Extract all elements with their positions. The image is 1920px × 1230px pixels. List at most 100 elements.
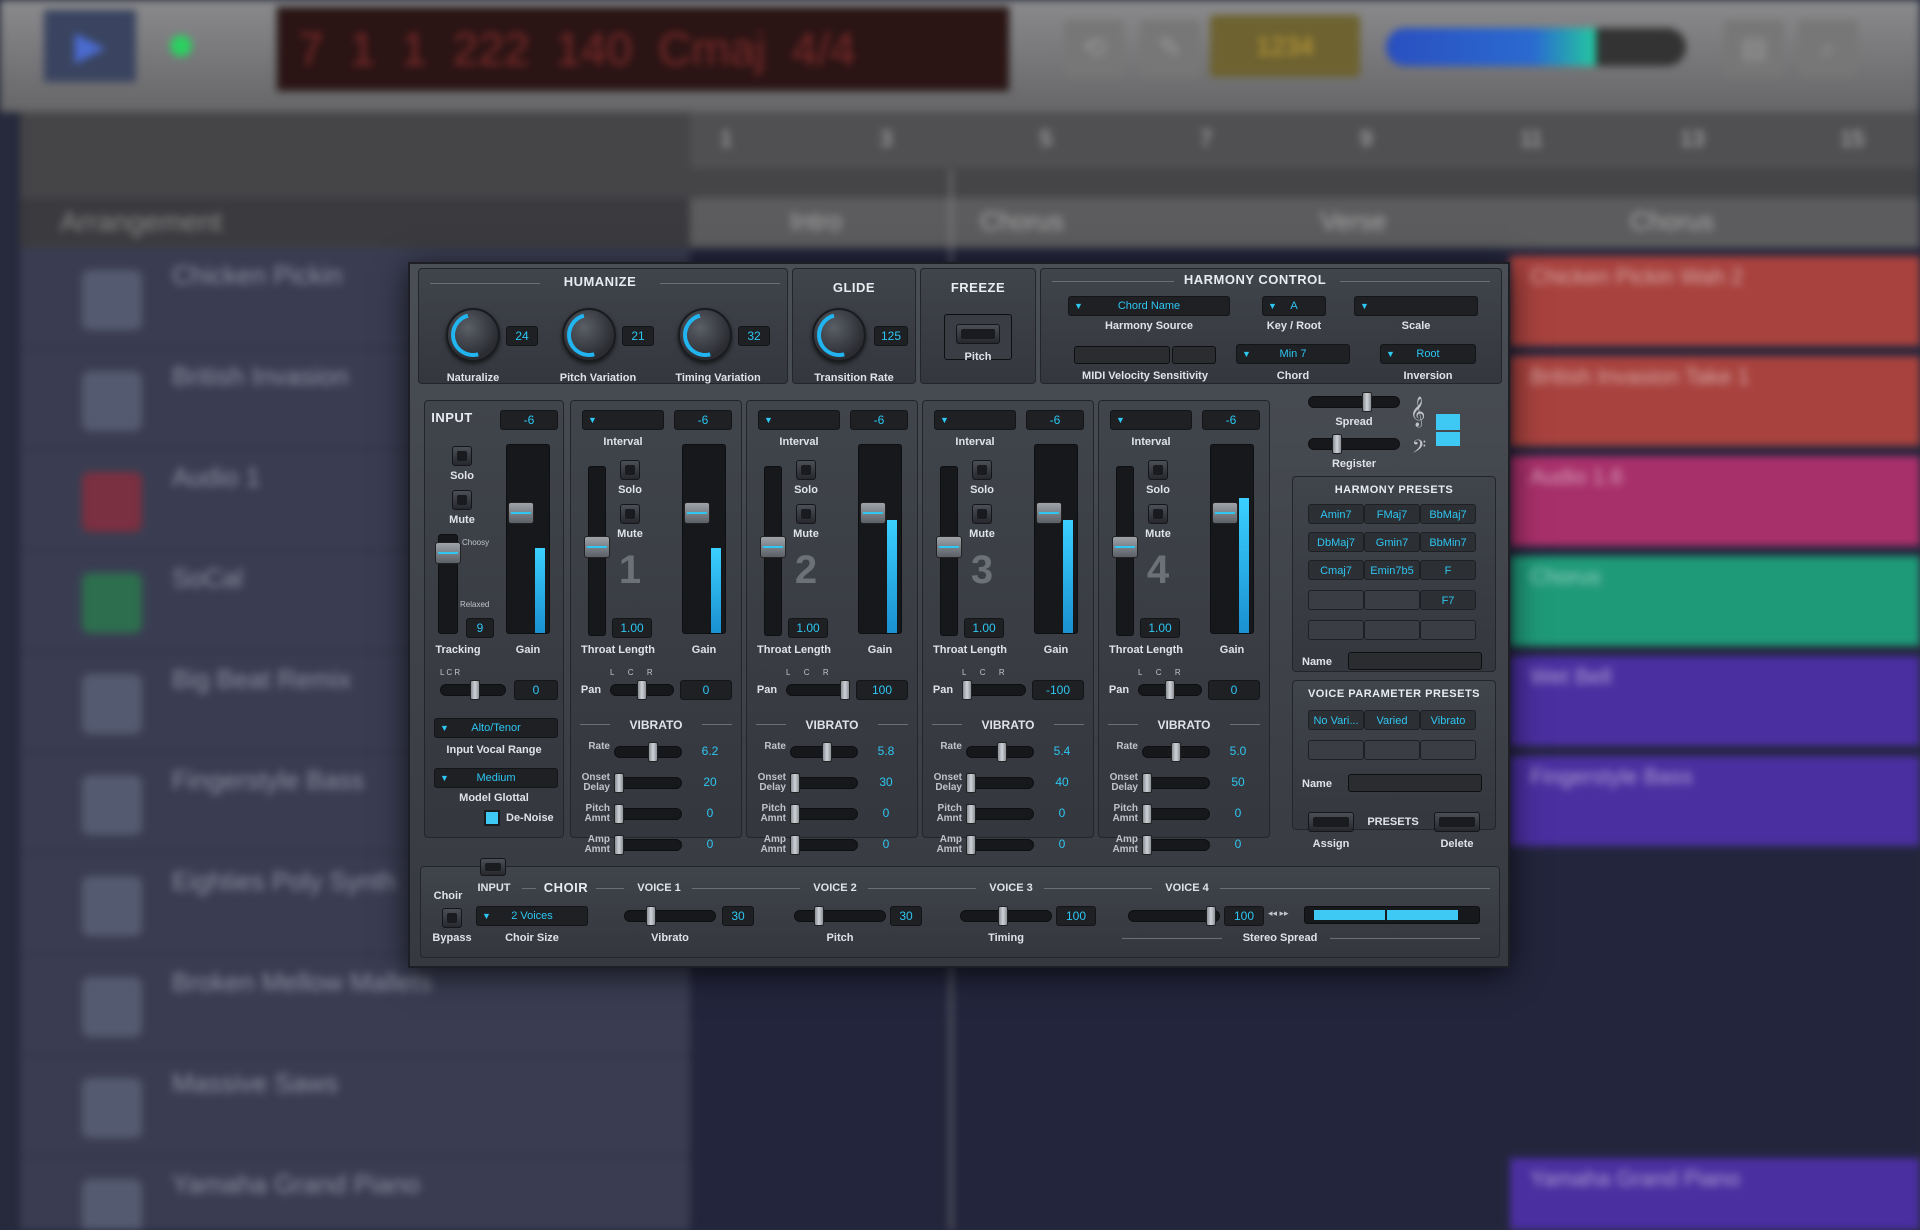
vibrato-rate-thumb[interactable] [822, 742, 832, 762]
harmony-preset[interactable]: F [1420, 560, 1476, 580]
voice-preset[interactable] [1364, 740, 1420, 760]
throat-length-thumb[interactable] [936, 536, 962, 558]
voice-mute-button[interactable] [620, 504, 640, 524]
vibrato-onset-thumb[interactable] [966, 773, 976, 793]
throat-length-thumb[interactable] [1112, 536, 1138, 558]
throat-length-value[interactable]: 1.00 [1140, 618, 1180, 638]
harmony-preset[interactable]: BbMaj7 [1420, 504, 1476, 524]
vibrato-pitch-value[interactable]: 0 [1040, 804, 1084, 824]
vibrato-amp-value[interactable]: 0 [864, 835, 908, 855]
choir-vibrato-slider[interactable] [624, 910, 716, 922]
vibrato-pitch-thumb[interactable] [790, 804, 800, 824]
vibrato-pitch-value[interactable]: 0 [1216, 804, 1260, 824]
chord-dropdown[interactable]: ▼ Min 7 [1236, 344, 1350, 364]
section-marker[interactable]: Intro [790, 206, 842, 237]
vibrato-onset-value[interactable]: 20 [688, 773, 732, 793]
voice-gain-slot[interactable] [1034, 444, 1078, 634]
harmony-preset[interactable] [1364, 590, 1420, 610]
naturalize-value[interactable]: 24 [506, 326, 538, 346]
harmony-source-dropdown[interactable]: ▼ Chord Name [1068, 296, 1230, 316]
voice-mute-button[interactable] [972, 504, 992, 524]
voice-gain-fader[interactable] [684, 502, 710, 524]
voice-preset[interactable]: No Vari... [1308, 710, 1364, 730]
harmony-preset[interactable] [1420, 620, 1476, 640]
voice-solo-button[interactable] [1148, 460, 1168, 480]
harmony-preset[interactable]: Cmaj7 [1308, 560, 1364, 580]
record-indicator[interactable] [170, 35, 192, 57]
vibrato-amp-value[interactable]: 0 [688, 835, 732, 855]
vibrato-amp-thumb[interactable] [1142, 835, 1152, 855]
timeline-ruler[interactable]: 1 3 5 7 9 11 13 15 [690, 112, 1920, 168]
vibrato-amp-thumb[interactable] [790, 835, 800, 855]
vibrato-pitch-thumb[interactable] [1142, 804, 1152, 824]
cycle-icon[interactable]: ⟲ [1064, 20, 1124, 76]
transition-rate-value[interactable]: 125 [874, 326, 908, 346]
midi-velocity-toggle[interactable] [1074, 346, 1170, 364]
region[interactable]: Chicken Pickin Wah 2 [1510, 256, 1920, 346]
voice-gain-slot[interactable] [1210, 444, 1254, 634]
choir-pitch-slider[interactable] [794, 910, 886, 922]
vibrato-amp-thumb[interactable] [614, 835, 624, 855]
voice-gain-fader[interactable] [1212, 502, 1238, 524]
input-vocal-range-dropdown[interactable]: ▼ Alto/Tenor [434, 718, 558, 738]
choir-pitch-thumb[interactable] [814, 906, 824, 926]
vibrato-pitch-slider[interactable] [966, 808, 1034, 820]
harmony-preset[interactable] [1308, 590, 1364, 610]
vibrato-onset-thumb[interactable] [1142, 773, 1152, 793]
voice-gain-value[interactable]: -6 [1202, 410, 1260, 430]
choir-stereo-value[interactable]: 100 [1224, 906, 1264, 926]
track-row[interactable]: Broken Mellow Mallets [20, 955, 690, 1056]
voice-mute-button[interactable] [1148, 504, 1168, 524]
harmony-preset[interactable] [1364, 620, 1420, 640]
voice-pan-thumb[interactable] [840, 680, 850, 700]
pitch-variation-value[interactable]: 21 [622, 326, 654, 346]
voice-gain-slot[interactable] [682, 444, 726, 634]
vibrato-onset-value[interactable]: 30 [864, 773, 908, 793]
voice-pan-thumb[interactable] [962, 680, 972, 700]
inversion-dropdown[interactable]: ▼ Root [1380, 344, 1476, 364]
vibrato-onset-thumb[interactable] [790, 773, 800, 793]
vibrato-onset-slider[interactable] [790, 777, 858, 789]
voice-gain-slot[interactable] [858, 444, 902, 634]
voice-pan-value[interactable]: 0 [680, 680, 732, 700]
input-gain-slot[interactable] [506, 444, 550, 634]
vibrato-pitch-slider[interactable] [614, 808, 682, 820]
register-slider[interactable] [1308, 438, 1400, 450]
voice-gain-fader[interactable] [860, 502, 886, 524]
harmony-preset-name-field[interactable] [1348, 652, 1482, 670]
section-marker[interactable]: Verse [1320, 206, 1387, 237]
throat-length-value[interactable]: 1.00 [788, 618, 828, 638]
vibrato-pitch-slider[interactable] [790, 808, 858, 820]
region[interactable]: Audio 1.6 [1510, 456, 1920, 546]
voice-pan-thumb[interactable] [1165, 680, 1175, 700]
input-mute-button[interactable] [452, 490, 472, 510]
play-button[interactable]: ▶ [44, 10, 136, 82]
throat-length-value[interactable]: 1.00 [612, 618, 652, 638]
vibrato-amp-thumb[interactable] [966, 835, 976, 855]
choir-vibrato-value[interactable]: 30 [722, 906, 754, 926]
throat-length-thumb[interactable] [760, 536, 786, 558]
transition-rate-knob[interactable] [808, 304, 870, 366]
track-row[interactable]: Yamaha Grand Piano [20, 1157, 690, 1230]
choir-input-toggle[interactable] [480, 858, 506, 876]
harmony-preset[interactable] [1308, 620, 1364, 640]
throat-length-value[interactable]: 1.00 [964, 618, 1004, 638]
voice-gain-value[interactable]: -6 [674, 410, 732, 430]
voice-solo-button[interactable] [796, 460, 816, 480]
midi-velocity-value[interactable] [1172, 346, 1216, 364]
vibrato-amp-slider[interactable] [966, 839, 1034, 851]
choir-timing-thumb[interactable] [998, 906, 1008, 926]
harmony-preset[interactable]: FMaj7 [1364, 504, 1420, 524]
vibrato-amp-slider[interactable] [1142, 839, 1210, 851]
timing-variation-value[interactable]: 32 [738, 326, 770, 346]
tracking-thumb[interactable] [435, 542, 461, 564]
voice-pan-thumb[interactable] [637, 680, 647, 700]
vibrato-amp-value[interactable]: 0 [1216, 835, 1260, 855]
assign-button[interactable] [1308, 812, 1354, 832]
vibrato-pitch-slider[interactable] [1142, 808, 1210, 820]
vibrato-rate-thumb[interactable] [1171, 742, 1181, 762]
section-marker[interactable]: Chorus [980, 206, 1064, 237]
tracking-value[interactable]: 9 [466, 618, 494, 638]
harmony-preset[interactable]: BbMin7 [1420, 532, 1476, 552]
region[interactable]: Fingerstyle Bass [1510, 756, 1920, 846]
